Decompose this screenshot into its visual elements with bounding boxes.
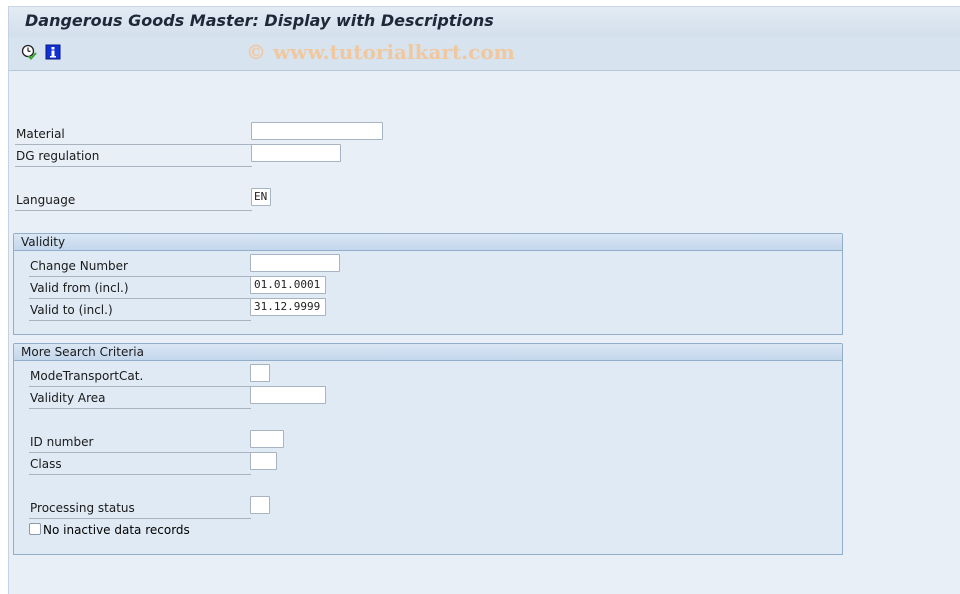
- sap-screen: Dangerous Goods Master: Display with Des…: [8, 6, 960, 594]
- watermark-text: © www.tutorialkart.com: [246, 40, 515, 64]
- no-inactive-label[interactable]: No inactive data records: [43, 520, 190, 540]
- dg-regulation-label: DG regulation: [15, 146, 252, 167]
- application-toolbar: © www.tutorialkart.com: [9, 37, 960, 71]
- more-criteria-group: More Search Criteria ModeTransportCat. V…: [13, 343, 843, 555]
- dg-regulation-input[interactable]: [251, 144, 341, 162]
- valid-to-label: Valid to (incl.): [29, 300, 251, 321]
- change-number-input[interactable]: [250, 254, 340, 272]
- execute-icon[interactable]: [21, 44, 37, 60]
- valid-to-input[interactable]: 31.12.9999: [250, 298, 326, 316]
- id-number-input[interactable]: [250, 430, 284, 448]
- validity-area-input[interactable]: [250, 386, 326, 404]
- mode-transport-input[interactable]: [250, 364, 270, 382]
- more-criteria-group-title: More Search Criteria: [14, 344, 842, 361]
- page-title: Dangerous Goods Master: Display with Des…: [25, 11, 494, 30]
- language-label: Language: [15, 190, 252, 211]
- valid-from-input[interactable]: 01.01.0001: [250, 276, 326, 294]
- class-label: Class: [29, 454, 251, 475]
- material-input[interactable]: [251, 122, 383, 140]
- no-inactive-row: No inactive data records: [29, 520, 329, 542]
- processing-status-label: Processing status: [29, 498, 251, 519]
- material-label: Material: [15, 124, 252, 145]
- title-bar: Dangerous Goods Master: Display with Des…: [9, 6, 960, 38]
- validity-area-label: Validity Area: [29, 388, 251, 409]
- processing-status-input[interactable]: [250, 496, 270, 514]
- info-icon[interactable]: [45, 44, 61, 60]
- validity-group-title: Validity: [14, 234, 842, 251]
- language-input[interactable]: EN: [251, 188, 271, 206]
- id-number-label: ID number: [29, 432, 251, 453]
- class-input[interactable]: [250, 452, 277, 470]
- validity-group: Validity Change Number Valid from (incl.…: [13, 233, 843, 335]
- change-number-label: Change Number: [29, 256, 251, 277]
- valid-from-label: Valid from (incl.): [29, 278, 251, 299]
- no-inactive-checkbox[interactable]: [29, 523, 41, 535]
- mode-transport-label: ModeTransportCat.: [29, 366, 251, 387]
